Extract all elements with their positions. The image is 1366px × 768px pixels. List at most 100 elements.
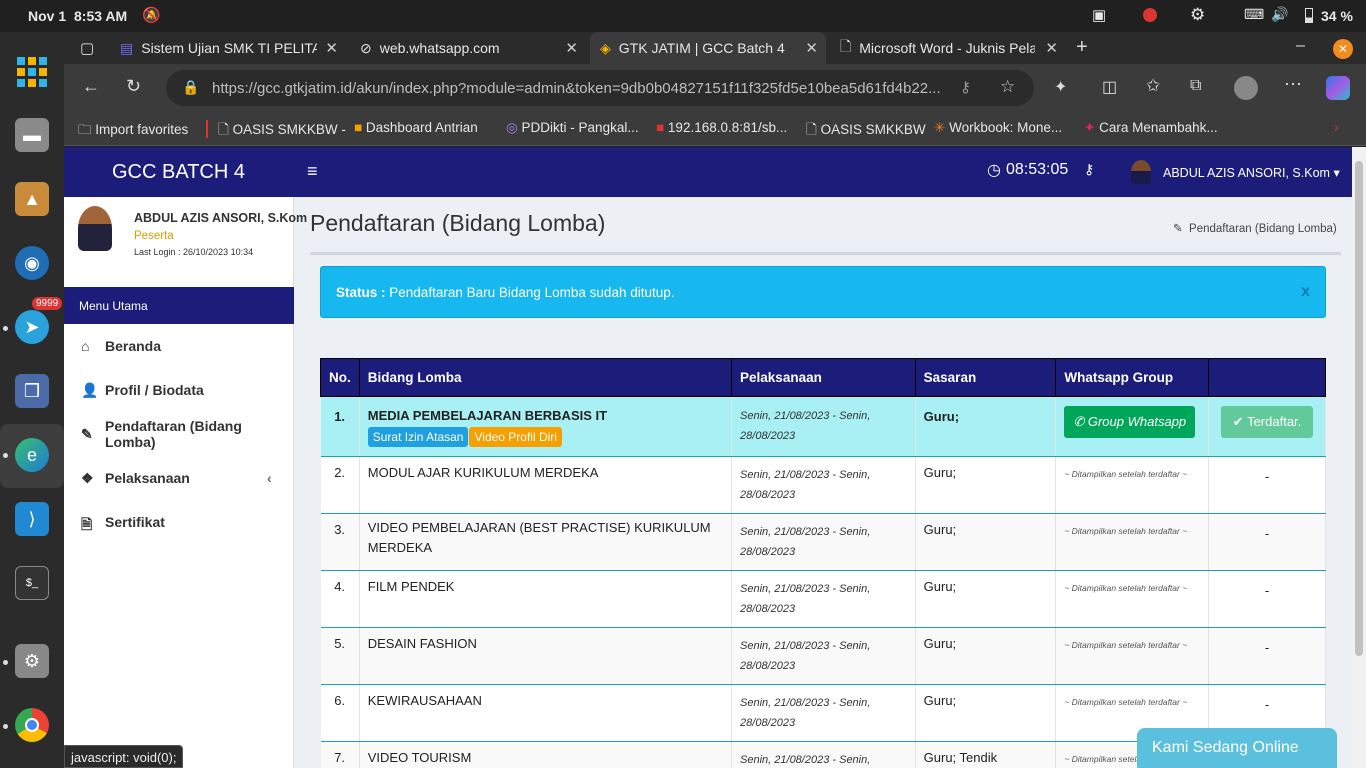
more-favorites-icon[interactable]: › xyxy=(1334,120,1339,135)
row-aksi: - xyxy=(1208,570,1326,628)
tab-word[interactable]: 🗋 Microsoft Word - Juknis Pelayanan ✕ xyxy=(830,32,1066,64)
row-number: 2. xyxy=(320,456,360,514)
telegram-icon[interactable]: ➤ xyxy=(15,310,49,344)
tab-whatsapp[interactable]: ⊘ web.whatsapp.com ✕ xyxy=(350,32,586,64)
table-row: 2. MODUL AJAR KURIKULUM MERDEKA Senin, 2… xyxy=(320,456,1326,514)
terminal-icon[interactable]: $_ xyxy=(15,566,49,600)
fav-dashboard-antrian[interactable]: ■ Dashboard Antrian xyxy=(354,120,478,135)
brand-title[interactable]: GCC BATCH 4 xyxy=(112,161,245,184)
row-number: 5. xyxy=(320,627,360,685)
alert-label: Status : xyxy=(336,285,386,300)
menu-item-pendaftaran[interactable]: ✎ Pendaftaran (Bidang Lomba) xyxy=(64,412,294,456)
page-title: Pendaftaran (Bidang Lomba) xyxy=(310,210,606,236)
fav-ip-address[interactable]: ■ 192.168.0.8:81/sb... xyxy=(656,120,787,135)
row-number: 4. xyxy=(320,570,360,628)
tab-sistem-ujian[interactable]: ▤ Sistem Ujian SMK TI PELITA NUSANTARA ✕ xyxy=(110,32,346,64)
split-screen-icon[interactable]: ◫ xyxy=(1102,77,1117,97)
virtualbox-icon[interactable]: ❒ xyxy=(15,374,49,408)
menu-item-pelaksanaan[interactable]: ❖ Pelaksanaan ‹ xyxy=(64,456,294,500)
row-sasaran: Guru; xyxy=(915,684,1057,742)
favorites-icon[interactable]: ✩ xyxy=(1146,76,1160,96)
row-pelaksanaan: Senin, 21/08/2023 - Senin, 28/08/2023 xyxy=(731,456,916,514)
whatsapp-icon: ✆ xyxy=(1073,414,1085,429)
settings-icon[interactable]: ⚙ xyxy=(15,644,49,678)
edit-icon: ✎ xyxy=(1173,223,1183,235)
surat-izin-button[interactable]: Surat Izin Atasan xyxy=(367,427,469,447)
user-menu[interactable]: ABDUL AZIS ANSORI, S.Kom ▾ xyxy=(1163,165,1340,180)
tab-favicon-icon: ⊘ xyxy=(360,39,372,56)
close-window-icon[interactable]: ✕ xyxy=(1333,39,1353,59)
row-bidang: KEWIRAUSAHAAN xyxy=(359,684,733,742)
user-avatar[interactable] xyxy=(1131,160,1151,184)
menu-item-sertifikat[interactable]: 🗎 Sertifikat xyxy=(64,500,294,544)
chevron-left-icon: ‹ xyxy=(267,470,272,486)
profile-photo xyxy=(78,206,112,251)
collections-icon[interactable]: ⧉ xyxy=(1190,77,1201,95)
system-time: 8:53 AM xyxy=(74,8,128,24)
group-whatsapp-button[interactable]: ✆ Group Whatsapp xyxy=(1064,406,1196,438)
link-status-bar: javascript: void(0); xyxy=(64,745,184,768)
app-grid-icon[interactable] xyxy=(15,54,49,88)
fav-workbook[interactable]: ✳ Workbook: Mone... xyxy=(934,120,1062,136)
alert-close-button[interactable]: x xyxy=(1301,283,1310,301)
table-row: 1. MEDIA PEMBELAJARAN BERBASIS IT Surat … xyxy=(320,396,1326,457)
table-header-row: No. Bidang Lomba Pelaksanaan Sasaran Wha… xyxy=(320,358,1326,397)
favorite-star-icon[interactable]: ☆ xyxy=(1000,77,1015,97)
new-tab-icon[interactable]: + xyxy=(1076,36,1088,59)
refresh-icon[interactable]: ↻ xyxy=(126,76,141,97)
profile-avatar-icon[interactable] xyxy=(1234,76,1258,100)
clock-icon: ◷ xyxy=(987,162,1001,179)
fav-oasis-1[interactable]: 🗋 OASIS SMKKBW - xyxy=(218,120,346,143)
breadcrumb[interactable]: ✎ Pendaftaran (Bidang Lomba) xyxy=(1173,221,1337,235)
fav-pddikti[interactable]: ◎ PDDikti - Pangkal... xyxy=(506,120,639,136)
extensions-icon[interactable]: ✦ xyxy=(1054,77,1067,97)
page-scrollbar[interactable] xyxy=(1352,147,1366,768)
volume-icon[interactable]: 🔊 xyxy=(1271,6,1288,23)
files-icon[interactable]: ▬ xyxy=(15,118,49,152)
sidebar-toggle-icon[interactable]: ≡ xyxy=(307,161,318,182)
vscode-icon[interactable]: ⟩ xyxy=(15,502,49,536)
row-bidang: VIDEO PEMBELAJARAN (BEST PRACTISE) KURIK… xyxy=(359,513,733,571)
lock-icon[interactable]: 🔒 xyxy=(182,79,199,96)
key-icon[interactable]: ⚷ xyxy=(1084,161,1094,178)
copilot-icon[interactable] xyxy=(1326,76,1350,100)
notifications-off-icon[interactable]: 🔕 xyxy=(142,6,161,24)
keyboard-icon[interactable]: ⌨ xyxy=(1244,6,1264,23)
user-name: ABDUL AZIS ANSORI, S.Kom xyxy=(1163,166,1330,180)
scrollbar-thumb[interactable] xyxy=(1355,161,1363,656)
chat-widget[interactable]: Kami Sedang Online xyxy=(1137,728,1337,768)
row-number: 1. xyxy=(320,396,360,457)
video-profil-button[interactable]: Video Profil Diri xyxy=(469,427,562,447)
tab-gtk-jatim[interactable]: ◈ GTK JATIM | GCC Batch 4 ✕ xyxy=(590,32,826,64)
minimize-icon[interactable]: – xyxy=(1296,37,1305,55)
terdaftar-button[interactable]: ✔ Terdaftar. xyxy=(1220,406,1314,438)
system-date: Nov 1 xyxy=(28,8,67,24)
close-tab-icon[interactable]: ✕ xyxy=(565,39,578,57)
menu-item-profil[interactable]: 👤 Profil / Biodata xyxy=(64,368,294,412)
tab-actions-icon[interactable]: ▢ xyxy=(80,39,94,57)
row-sasaran: Guru; xyxy=(915,396,1057,457)
col-whatsapp: Whatsapp Group xyxy=(1055,358,1210,397)
browser-app-icon[interactable]: ◉ xyxy=(15,246,49,280)
row-number: 7. xyxy=(320,741,360,768)
screen-icon[interactable]: ▣ xyxy=(1092,6,1106,24)
row-sasaran: Guru; Tendik xyxy=(915,741,1057,768)
close-tab-icon[interactable]: ✕ xyxy=(805,39,818,57)
more-menu-icon[interactable]: ⋯ xyxy=(1284,74,1302,95)
chrome-icon[interactable] xyxy=(15,708,49,742)
back-icon[interactable]: ← xyxy=(82,76,100,97)
edge-browser-icon[interactable]: e xyxy=(15,438,49,472)
archive-icon[interactable]: ▲ xyxy=(15,182,49,216)
close-tab-icon[interactable]: ✕ xyxy=(325,39,338,57)
fav-import-favorites[interactable]: 🗀 Import favorites xyxy=(78,120,188,143)
status-alert: Status : Pendaftaran Baru Bidang Lomba s… xyxy=(320,266,1326,318)
url-field[interactable]: 🔒 https://gcc.gtkjatim.id/akun/index.php… xyxy=(166,70,1034,106)
settings-gear-icon[interactable]: ⚙ xyxy=(1190,5,1205,25)
fav-oasis-2[interactable]: 🗋 OASIS SMKKBW xyxy=(806,120,926,143)
record-icon[interactable] xyxy=(1143,8,1157,22)
close-tab-icon[interactable]: ✕ xyxy=(1045,39,1058,57)
web-page: GCC BATCH 4 ≡ ◷ 08:53:05 ⚷ ABDUL AZIS AN… xyxy=(64,147,1352,768)
key-icon[interactable]: ⚷ xyxy=(960,78,971,96)
fav-cara-menambahkan[interactable]: ✦ Cara Menambahk... xyxy=(1084,120,1218,136)
menu-item-beranda[interactable]: ⌂ Beranda xyxy=(64,324,294,368)
